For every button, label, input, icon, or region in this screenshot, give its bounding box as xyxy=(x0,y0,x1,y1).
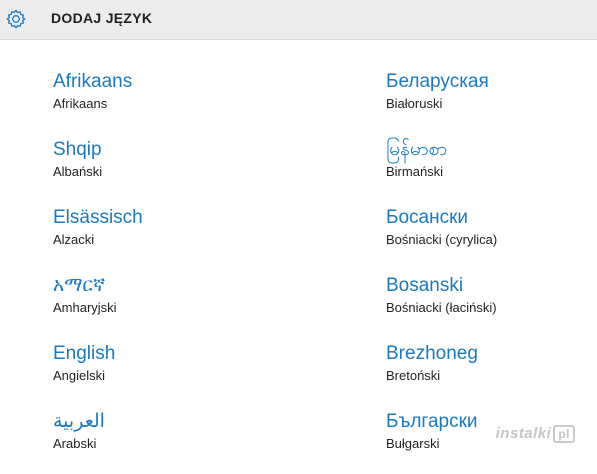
language-polish-name: Angielski xyxy=(53,368,106,383)
language-polish-name: Białoruski xyxy=(386,96,443,111)
language-native-name: English xyxy=(53,343,116,364)
language-item-breton[interactable]: Brezhoneg Bretoński xyxy=(386,342,597,398)
language-item-bosnian-latin[interactable]: Bosanski Bośniacki (łaciński) xyxy=(386,274,597,330)
language-polish-name: Alzacki xyxy=(53,232,95,247)
language-item-belarusian[interactable]: Беларуская Białoruski xyxy=(386,70,597,126)
language-native-name: Afrikaans xyxy=(53,71,133,92)
language-native-name: Беларуская xyxy=(386,71,489,92)
language-native-name: Bosanski xyxy=(386,275,464,296)
language-polish-name: Bośniacki (cyrylica) xyxy=(386,232,498,247)
language-native-name: አማርኛ xyxy=(53,275,106,296)
watermark-badge: pl xyxy=(553,425,575,443)
watermark-logo: instalki pl xyxy=(496,425,575,443)
language-item-albanian[interactable]: Shqip Albański xyxy=(53,138,293,194)
page-title: DODAJ JĘZYK xyxy=(51,10,153,26)
language-item-bosnian-cyrillic[interactable]: Босански Bośniacki (cyrylica) xyxy=(386,206,597,262)
language-polish-name: Arabski xyxy=(53,436,97,451)
language-item-afrikaans[interactable]: Afrikaans Afrikaans xyxy=(53,70,293,126)
language-item-alsatian[interactable]: Elsässisch Alzacki xyxy=(53,206,293,262)
language-native-name: العربية xyxy=(53,411,105,432)
language-item-arabic[interactable]: العربية Arabski xyxy=(53,410,293,466)
language-polish-name: Afrikaans xyxy=(53,96,108,111)
language-native-name: မြန်မာစာ xyxy=(386,139,448,160)
language-item-english[interactable]: English Angielski xyxy=(53,342,293,398)
watermark-text: instalki xyxy=(495,425,552,442)
language-polish-name: Bośniacki (łaciński) xyxy=(386,300,497,315)
language-polish-name: Bretoński xyxy=(386,368,441,383)
language-item-amharic[interactable]: አማርኛ Amharyjski xyxy=(53,274,293,330)
gear-icon[interactable] xyxy=(5,8,27,30)
header-bar: DODAJ JĘZYK xyxy=(0,0,597,40)
language-polish-name: Albański xyxy=(53,164,103,179)
language-item-burmese[interactable]: မြန်မာစာ Birmański xyxy=(386,138,597,194)
language-polish-name: Amharyjski xyxy=(53,300,117,315)
language-native-name: Elsässisch xyxy=(53,207,143,228)
language-polish-name: Birmański xyxy=(386,164,444,179)
language-native-name: Босански xyxy=(386,207,469,228)
language-native-name: Brezhoneg xyxy=(386,343,478,364)
language-native-name: Shqip xyxy=(53,139,102,160)
